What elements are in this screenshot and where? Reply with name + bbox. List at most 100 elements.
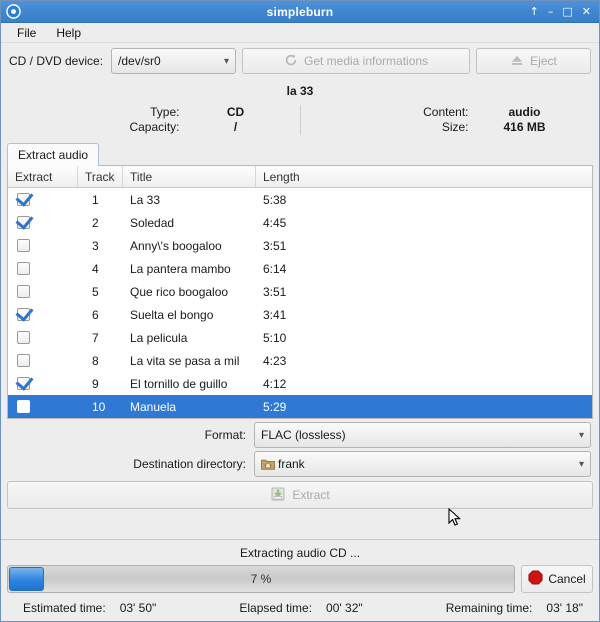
- media-info-right: Content: Size: audio 416 MB: [309, 105, 581, 135]
- track-title-cell: La pantera mambo: [130, 261, 231, 276]
- track-number-cell: 1: [92, 192, 99, 207]
- table-row[interactable]: 7 La pelicula 5:10: [8, 326, 592, 349]
- minimize-button[interactable]: –: [548, 6, 554, 17]
- track-number-cell: 8: [92, 353, 99, 368]
- track-length-cell: 3:51: [263, 238, 287, 253]
- extract-checkbox-cell[interactable]: [8, 331, 78, 344]
- progress-bar: 7 %: [7, 565, 515, 593]
- extract-checkbox-cell[interactable]: [8, 285, 78, 298]
- chevron-down-icon: ▾: [578, 458, 584, 470]
- media-info-left: Type: Capacity: CD /: [20, 105, 292, 135]
- disc-title: la 33: [286, 84, 314, 98]
- checkbox-checked-icon[interactable]: [17, 216, 30, 229]
- track-number-cell: 5: [92, 284, 99, 299]
- track-title-cell: Que rico boogaloo: [130, 284, 229, 299]
- checkbox-checked-icon[interactable]: [17, 308, 30, 321]
- table-row[interactable]: 9 El tornillo de guillo 4:12: [8, 372, 592, 395]
- estimated-time-value: 03' 50": [119, 601, 157, 615]
- checkbox-unchecked-icon[interactable]: [17, 262, 30, 275]
- destination-row: Destination directory: frank ▾: [1, 451, 599, 477]
- table-row[interactable]: 5 Que rico boogaloo 3:51: [8, 280, 592, 303]
- table-row[interactable]: 3 Anny\'s boogaloo 3:51: [8, 234, 592, 257]
- checkbox-unchecked-icon[interactable]: [17, 354, 30, 367]
- size-label: Size:: [441, 120, 469, 134]
- track-number-cell: 2: [92, 215, 99, 230]
- track-title-cell: Suelta el bongo: [130, 307, 214, 322]
- status-panel: Extracting audio CD ... 7 % Cancel Estim…: [1, 539, 599, 621]
- progress-label: 7 %: [250, 572, 272, 586]
- close-button[interactable]: ✕: [582, 6, 591, 17]
- remaining-time-label: Remaining time:: [445, 601, 533, 615]
- eject-label: Eject: [530, 54, 557, 68]
- track-title-cell: Soledad: [130, 215, 175, 230]
- extract-checkbox-cell[interactable]: [8, 216, 78, 229]
- type-value: CD: [226, 105, 245, 119]
- track-title-cell: La 33: [130, 192, 161, 207]
- track-length-cell: 5:38: [263, 192, 287, 207]
- track-number-cell: 9: [92, 376, 99, 391]
- checkbox-unchecked-icon[interactable]: [17, 285, 30, 298]
- extract-checkbox-cell[interactable]: [8, 377, 78, 390]
- destination-combo[interactable]: frank ▾: [254, 451, 591, 477]
- save-download-icon: [270, 486, 286, 505]
- destination-combo-value: frank: [278, 457, 305, 471]
- chevron-down-icon: ▾: [224, 55, 230, 67]
- home-folder-icon: [261, 458, 275, 470]
- track-number-cell: 6: [92, 307, 99, 322]
- device-combo-value: /dev/sr0: [118, 54, 161, 68]
- tabstrip: Extract audio: [1, 141, 599, 166]
- elapsed-time-value: 00' 32": [326, 601, 363, 615]
- track-title-cell: La vita se pasa a mil: [130, 353, 240, 368]
- cancel-label: Cancel: [548, 572, 586, 586]
- remaining-time-value: 03' 18": [546, 601, 583, 615]
- menu-file[interactable]: File: [9, 24, 44, 42]
- table-row[interactable]: 10 Manuela 5:29: [8, 395, 592, 418]
- track-length-cell: 4:45: [263, 215, 287, 230]
- column-header-length[interactable]: Length: [256, 166, 592, 187]
- tab-extract-audio[interactable]: Extract audio: [7, 143, 100, 166]
- estimated-time: Estimated time: 03' 50": [23, 601, 156, 615]
- device-combo[interactable]: /dev/sr0 ▾: [111, 48, 237, 74]
- extract-checkbox-cell[interactable]: [8, 262, 78, 275]
- table-row[interactable]: 2 Soledad 4:45: [8, 211, 592, 234]
- destination-label: Destination directory:: [133, 457, 246, 471]
- menu-help[interactable]: Help: [48, 24, 89, 42]
- shade-button[interactable]: ↑: [530, 6, 539, 17]
- extract-checkbox-cell[interactable]: [8, 354, 78, 367]
- get-media-informations-button[interactable]: Get media informations: [242, 48, 470, 74]
- table-row[interactable]: 1 La 33 5:38: [8, 188, 592, 211]
- checkbox-unchecked-icon[interactable]: [17, 400, 30, 413]
- titlebar: simpleburn ↑ – □ ✕: [1, 1, 599, 23]
- table-row[interactable]: 4 La pantera mambo 6:14: [8, 257, 592, 280]
- maximize-button[interactable]: □: [562, 6, 572, 17]
- extract-checkbox-cell[interactable]: [8, 308, 78, 321]
- refresh-icon: [284, 53, 298, 70]
- stop-icon: [528, 570, 543, 588]
- eject-button[interactable]: Eject: [476, 48, 591, 74]
- format-combo[interactable]: FLAC (lossless) ▾: [254, 422, 591, 448]
- table-row[interactable]: 6 Suelta el bongo 3:41: [8, 303, 592, 326]
- checkbox-unchecked-icon[interactable]: [17, 331, 30, 344]
- column-header-title[interactable]: Title: [123, 166, 256, 187]
- track-number-cell: 10: [92, 399, 106, 414]
- size-value: 416 MB: [503, 120, 546, 134]
- table-row[interactable]: 8 La vita se pasa a mil 4:23: [8, 349, 592, 372]
- media-right-values: audio 416 MB: [469, 105, 581, 135]
- checkbox-unchecked-icon[interactable]: [17, 239, 30, 252]
- checkbox-checked-icon[interactable]: [17, 193, 30, 206]
- track-length-cell: 3:41: [263, 307, 287, 322]
- column-header-track[interactable]: Track: [78, 166, 123, 187]
- extract-checkbox-cell[interactable]: [8, 400, 78, 413]
- simpleburn-window: simpleburn ↑ – □ ✕ File Help CD / DVD de…: [0, 0, 600, 622]
- eject-icon: [510, 54, 524, 69]
- cancel-button[interactable]: Cancel: [521, 565, 593, 593]
- type-label: Type:: [150, 105, 180, 119]
- format-combo-value: FLAC (lossless): [261, 428, 346, 442]
- track-title-cell: El tornillo de guillo: [130, 376, 228, 391]
- status-message: Extracting audio CD ...: [239, 546, 361, 560]
- extract-checkbox-cell[interactable]: [8, 239, 78, 252]
- checkbox-checked-icon[interactable]: [17, 377, 30, 390]
- extract-checkbox-cell[interactable]: [8, 193, 78, 206]
- extract-button[interactable]: Extract: [7, 481, 593, 509]
- column-header-extract[interactable]: Extract: [8, 166, 78, 187]
